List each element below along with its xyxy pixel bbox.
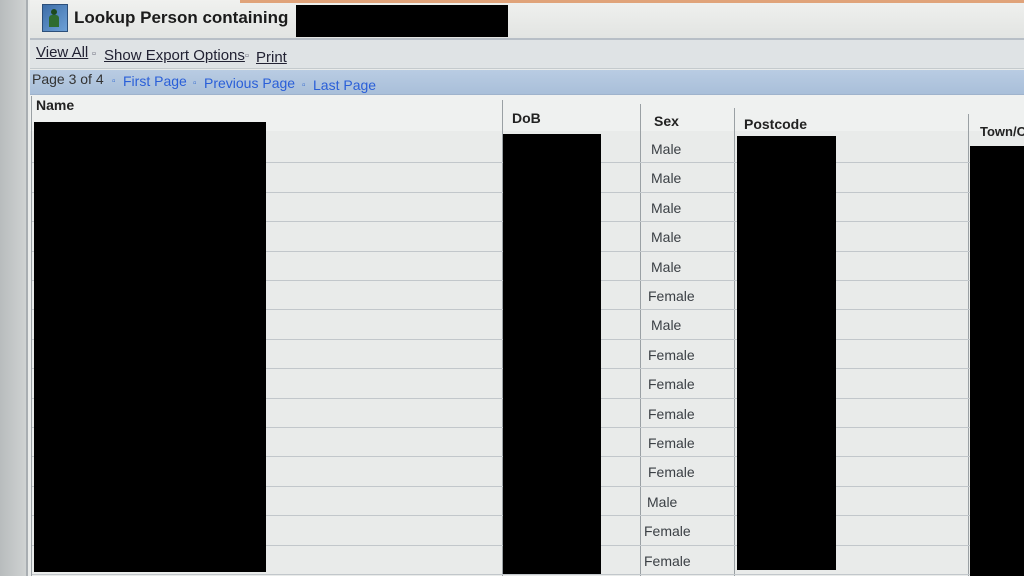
redacted-town-column — [970, 146, 1024, 576]
left-strip — [0, 0, 26, 576]
sex-cell: Female — [644, 523, 691, 540]
pager-separator: ▫ — [112, 76, 116, 87]
sex-cell: Male — [651, 258, 682, 275]
pager-separator: ▫ — [193, 78, 197, 89]
separator: ▫ — [92, 48, 96, 60]
sex-cell: Male — [651, 317, 682, 334]
sex-cell: Female — [648, 464, 695, 481]
sex-cell: Male — [647, 493, 678, 510]
show-export-options-link[interactable]: Show Export Options — [104, 47, 245, 64]
person-icon — [42, 4, 68, 32]
separator: ▫ — [245, 50, 249, 62]
column-header-dob[interactable]: DoB — [512, 110, 541, 126]
sex-cell: Male — [651, 141, 682, 157]
view-all-link[interactable]: View All — [36, 44, 88, 61]
sex-cell: Male — [651, 199, 682, 216]
redacted-name-column — [34, 122, 266, 572]
column-divider — [968, 114, 969, 576]
redacted-postcode-column — [737, 136, 836, 570]
sex-cell: Female — [648, 405, 695, 422]
redacted-dob-column — [503, 134, 601, 574]
sex-cell: Female — [644, 552, 691, 569]
sex-cell: Female — [648, 288, 695, 304]
sex-cell: Male — [651, 229, 682, 246]
pager-separator: ▫ — [302, 80, 306, 91]
column-header-sex[interactable]: Sex — [654, 113, 679, 129]
redacted-search-term — [296, 5, 508, 37]
page-title: Lookup Person containing — [74, 8, 289, 27]
title-accent — [240, 0, 1024, 3]
sex-cell: Female — [648, 435, 695, 451]
column-header-town[interactable]: Town/C — [980, 124, 1024, 139]
column-divider — [640, 104, 641, 576]
column-divider — [734, 108, 735, 576]
first-page-link[interactable]: First Page — [123, 73, 187, 89]
column-divider — [31, 96, 32, 576]
last-page-link[interactable]: Last Page — [313, 77, 376, 93]
table-row[interactable] — [32, 574, 1024, 575]
column-header-postcode[interactable]: Postcode — [744, 116, 807, 132]
column-header-name[interactable]: Name — [36, 97, 74, 113]
sex-cell: Female — [648, 376, 695, 393]
sex-cell: Female — [648, 346, 695, 363]
page-status: Page 3 of 4 — [32, 71, 104, 87]
print-link[interactable]: Print — [256, 49, 287, 66]
sex-cell: Male — [651, 170, 682, 187]
previous-page-link[interactable]: Previous Page — [204, 75, 295, 91]
